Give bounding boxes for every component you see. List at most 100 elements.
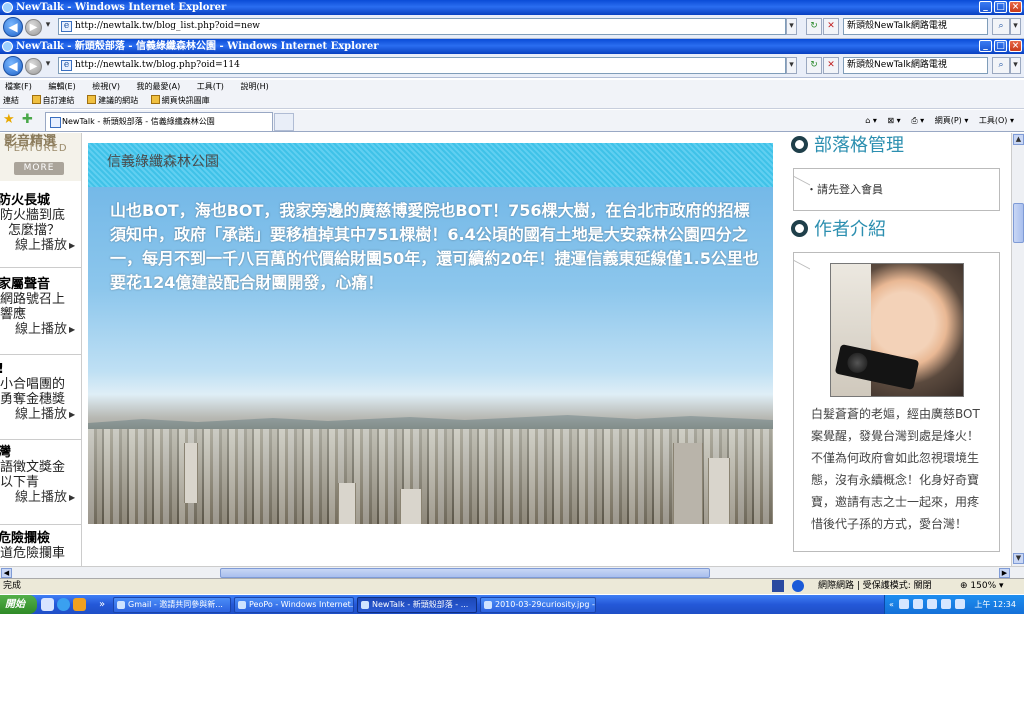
horizontal-scrollbar[interactable]: ◀ ▶ xyxy=(0,566,1024,578)
quicklaunch-more-icon[interactable]: » xyxy=(99,598,112,611)
search-options-icon[interactable]: ▾ xyxy=(1010,18,1021,35)
address-bar[interactable]: e http://newtalk.tw/blog_list.php?oid=ne… xyxy=(58,18,786,35)
news-headline[interactable]: 防火長城 xyxy=(0,193,81,208)
help-icon[interactable] xyxy=(792,580,804,592)
scroll-right-arrow-icon[interactable]: ▶ xyxy=(999,568,1010,578)
link-icon xyxy=(31,95,41,104)
menu-tools[interactable]: 工具(T) xyxy=(197,80,224,93)
play-link[interactable]: 線上播放 xyxy=(15,322,81,337)
address-dropdown-icon[interactable]: ▾ xyxy=(786,57,797,74)
more-button[interactable]: MORE xyxy=(14,162,64,175)
close-button[interactable]: × xyxy=(1009,40,1022,52)
address-bar[interactable]: e http://newtalk.tw/blog.php?oid=114 xyxy=(58,57,786,74)
menu-help[interactable]: 說明(H) xyxy=(240,80,268,93)
task-image[interactable]: 2010-03-29curiosity.jpg - ... xyxy=(480,597,596,613)
link-suggested-sites[interactable]: 建議的網站 xyxy=(87,93,138,108)
forward-button[interactable]: ▶ xyxy=(25,58,42,75)
post-title: 信義綠纖森林公園 xyxy=(107,154,219,170)
tab-newtalk[interactable]: NewTalk - 新頭殼部落 - 信義綠纖森林公園 xyxy=(45,112,273,131)
task-peopo[interactable]: PeoPo - Windows Internet... xyxy=(234,597,354,613)
tray-icon[interactable] xyxy=(913,599,923,609)
minimize-button[interactable]: _ xyxy=(979,40,992,52)
tray-expand-icon[interactable]: « xyxy=(889,595,894,614)
scroll-left-arrow-icon[interactable]: ◀ xyxy=(1,568,12,578)
new-tab-button[interactable] xyxy=(274,113,294,131)
tray-icon[interactable] xyxy=(941,599,951,609)
quicklaunch-icon[interactable] xyxy=(41,598,54,611)
search-input[interactable]: 新頭殼NewTalk網路電視 xyxy=(843,18,988,35)
menu-edit[interactable]: 編輯(E) xyxy=(48,80,75,93)
search-button[interactable]: ⌕ xyxy=(992,57,1010,74)
login-prompt[interactable]: ・請先登入會員 xyxy=(806,181,883,197)
author-box: 白髮蒼蒼的老嫗，經由廣慈BOT案覺醒，發覺台灣到處是烽火！不僅為何政府會如此忽視… xyxy=(793,252,1000,552)
building xyxy=(184,443,198,503)
back-button[interactable]: ◀ xyxy=(3,56,23,76)
back-button[interactable]: ◀ xyxy=(3,17,23,37)
close-button[interactable]: × xyxy=(1009,1,1022,13)
link-custom[interactable]: 自訂連結 xyxy=(31,93,75,108)
history-dropdown-icon[interactable]: ▾ xyxy=(43,18,53,35)
news-headline[interactable]: ! xyxy=(0,362,81,377)
clock[interactable]: 上午 12:34 xyxy=(974,595,1016,614)
stop-button[interactable]: ✕ xyxy=(823,18,839,35)
minimize-button[interactable]: _ xyxy=(979,1,992,13)
maximize-button[interactable]: □ xyxy=(994,1,1007,13)
search-button[interactable]: ⌕ xyxy=(992,18,1010,35)
forward-button[interactable]: ▶ xyxy=(25,19,42,36)
protected-mode-status[interactable]: 網際網路 | 受保護模式: 關閉 xyxy=(818,579,932,594)
ie-quicklaunch-icon[interactable] xyxy=(57,598,70,611)
print-button[interactable]: ⎙ ▾ xyxy=(911,116,924,125)
refresh-button[interactable]: ↻ xyxy=(806,18,822,35)
page-menu-button[interactable]: 網頁(P) ▾ xyxy=(935,116,969,125)
address-dropdown-icon[interactable]: ▾ xyxy=(786,18,797,35)
play-link[interactable]: 線上播放 xyxy=(15,490,81,505)
menu-favorites[interactable]: 我的最愛(A) xyxy=(137,80,181,93)
menu-view[interactable]: 檢視(V) xyxy=(92,80,120,93)
zoom-level[interactable]: ⊕ 150% ▾ xyxy=(960,579,1004,594)
maximize-button[interactable]: □ xyxy=(994,40,1007,52)
blog-post: 信義綠纖森林公園 山也BOT，海也BOT，我家旁邊的廣慈博愛院也BOT！756棵… xyxy=(88,143,773,524)
scroll-up-arrow-icon[interactable]: ▲ xyxy=(1013,134,1024,145)
blog-manage-heading: 部落格管理 xyxy=(791,135,904,157)
task-gmail[interactable]: Gmail - 邀請共同參與新... xyxy=(113,597,231,613)
news-item[interactable]: ! 小合唱團的 勇奪金穗獎 線上播放 xyxy=(0,362,81,440)
home-button[interactable]: ⌂ ▾ xyxy=(865,116,877,125)
tray-icon[interactable] xyxy=(899,599,909,609)
news-item[interactable]: 危險攔檢 道危險攔車 xyxy=(0,531,81,566)
page-icon: e xyxy=(61,60,72,71)
news-line: 勇奪金穗獎 xyxy=(0,392,66,407)
right-sidebar: 部落格管理 ・請先登入會員 作者介紹 白髮蒼蒼的老嫗，經由廣慈BOT案覺醒，發覺… xyxy=(789,133,1011,566)
link-web-slice-gallery[interactable]: 網頁快訊圖庫 xyxy=(150,93,210,108)
task-newtalk[interactable]: NewTalk - 新頭殼部落 - ... xyxy=(357,597,477,613)
start-button[interactable]: 開始 xyxy=(0,595,37,614)
menu-file[interactable]: 檔案(F) xyxy=(5,80,32,93)
history-dropdown-icon[interactable]: ▾ xyxy=(43,57,53,74)
search-options-icon[interactable]: ▾ xyxy=(1010,57,1021,74)
search-input[interactable]: 新頭殼NewTalk網路電視 xyxy=(843,57,988,74)
vertical-scroll-thumb[interactable] xyxy=(1013,203,1024,243)
media-quicklaunch-icon[interactable] xyxy=(73,598,86,611)
tray-icon[interactable] xyxy=(927,599,937,609)
window-titlebar[interactable]: NewTalk - Windows Internet Explorer _ □ … xyxy=(0,0,1024,15)
play-link[interactable]: 線上播放 xyxy=(15,238,81,253)
stop-button[interactable]: ✕ xyxy=(823,57,839,74)
vertical-scrollbar[interactable]: ▲ ▼ xyxy=(1011,133,1024,566)
horizontal-scroll-thumb[interactable] xyxy=(220,568,710,578)
news-item[interactable]: 灣 語徵文獎金 以下青 線上播放 xyxy=(0,445,81,525)
scroll-down-arrow-icon[interactable]: ▼ xyxy=(1013,553,1024,564)
news-headline[interactable]: 危險攔檢 xyxy=(0,531,81,546)
add-favorites-icon[interactable]: ✚ xyxy=(22,113,33,127)
feeds-button[interactable]: ⊠ ▾ xyxy=(887,116,900,125)
building xyxy=(400,489,422,524)
favorites-star-icon[interactable]: ★ xyxy=(3,113,15,127)
window-titlebar-2[interactable]: NewTalk - 新頭殼部落 - 信義綠纖森林公園 - Windows Int… xyxy=(0,39,1024,54)
news-headline[interactable]: 灣 xyxy=(0,445,81,460)
tray-icon[interactable] xyxy=(955,599,965,609)
news-item[interactable]: 家屬聲音 網路號召上 響應 線上播放 xyxy=(0,277,81,355)
tools-menu-button[interactable]: 工具(O) ▾ xyxy=(979,116,1014,125)
play-link[interactable]: 線上播放 xyxy=(15,407,81,422)
refresh-button[interactable]: ↻ xyxy=(806,57,822,74)
link-icon xyxy=(150,95,160,104)
news-item[interactable]: 防火長城 防火牆到底 怎麼擋？ 線上播放 xyxy=(0,193,81,268)
news-headline[interactable]: 家屬聲音 xyxy=(0,277,81,292)
